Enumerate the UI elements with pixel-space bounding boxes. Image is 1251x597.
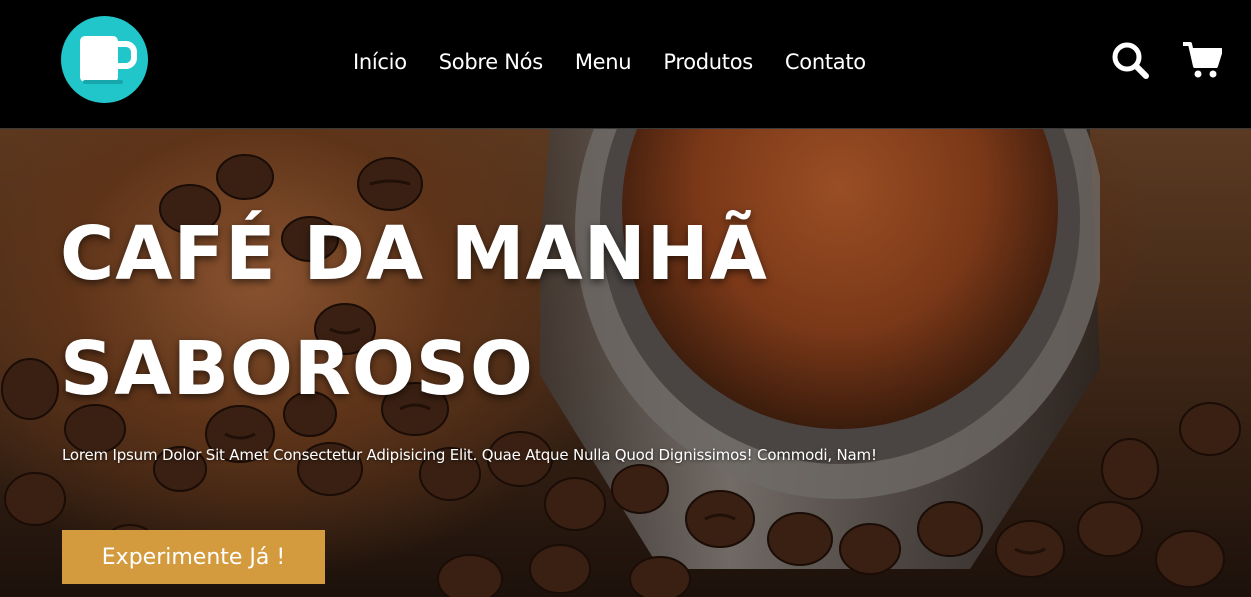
nav-link-inicio[interactable]: Início	[337, 50, 423, 74]
main-nav: Início Sobre Nós Menu Produtos Contato	[337, 44, 882, 80]
site-header: Início Sobre Nós Menu Produtos Contato	[0, 0, 1251, 129]
nav-link-menu[interactable]: Menu	[559, 50, 647, 74]
hero-description: Lorem Ipsum Dolor Sit Amet Consectetur A…	[62, 446, 877, 464]
nav-link-contato[interactable]: Contato	[769, 50, 882, 74]
search-icon[interactable]	[1110, 40, 1150, 80]
cart-icon[interactable]	[1182, 40, 1222, 80]
nav-link-produtos[interactable]: Produtos	[647, 50, 769, 74]
header-icons	[1110, 40, 1222, 80]
nav-link-sobre-nos[interactable]: Sobre Nós	[423, 50, 559, 74]
hero-title-line1: CAFÉ DA MANHÃ	[60, 211, 768, 297]
try-now-button[interactable]: Experimente Já !	[62, 530, 325, 584]
hero-title-line2: SABOROSO	[60, 326, 534, 412]
coffee-mug-icon	[80, 36, 137, 84]
logo[interactable]	[61, 16, 148, 103]
hero-title: CAFÉ DA MANHÃ SABOROSO	[60, 197, 768, 427]
hero-section: CAFÉ DA MANHÃ SABOROSO Lorem Ipsum Dolor…	[0, 129, 1251, 597]
